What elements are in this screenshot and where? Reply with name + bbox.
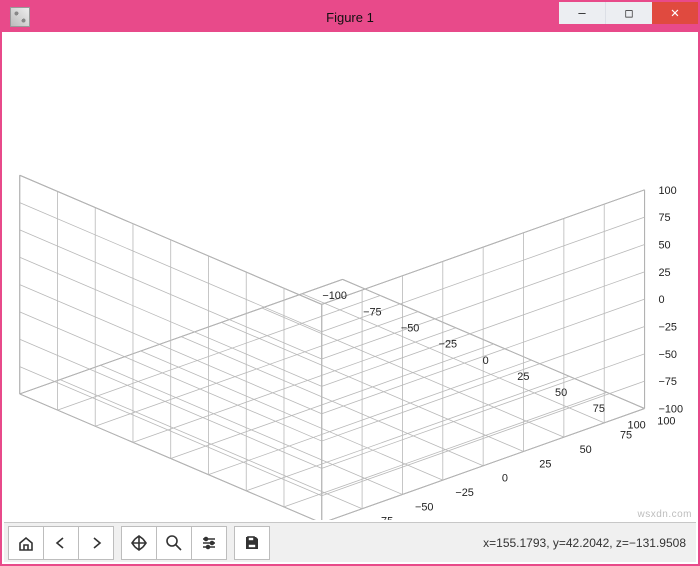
svg-text:−100: −100 bbox=[658, 403, 683, 415]
svg-text:75: 75 bbox=[593, 403, 605, 415]
svg-text:−75: −75 bbox=[375, 516, 394, 520]
svg-text:−25: −25 bbox=[439, 339, 458, 351]
svg-text:50: 50 bbox=[555, 387, 567, 399]
configure-button[interactable] bbox=[191, 526, 227, 560]
zoom-icon bbox=[165, 534, 183, 552]
svg-text:−25: −25 bbox=[455, 487, 474, 499]
cursor-coordinates: x=155.1793, y=42.2042, z=−131.9508 bbox=[483, 536, 692, 550]
svg-text:25: 25 bbox=[539, 458, 551, 470]
back-icon bbox=[52, 534, 70, 552]
svg-text:−75: −75 bbox=[658, 376, 677, 388]
maximize-button[interactable]: □ bbox=[605, 2, 652, 24]
svg-text:−100: −100 bbox=[322, 290, 347, 302]
forward-icon bbox=[87, 534, 105, 552]
svg-text:−50: −50 bbox=[658, 349, 677, 361]
back-button[interactable] bbox=[43, 526, 79, 560]
minimize-button[interactable]: — bbox=[559, 2, 605, 24]
figure-window: Figure 1 — □ ✕ −100−75−50−250255075100−1… bbox=[0, 0, 700, 566]
svg-text:−25: −25 bbox=[658, 321, 677, 333]
svg-text:0: 0 bbox=[483, 355, 489, 367]
svg-text:−50: −50 bbox=[401, 323, 420, 335]
svg-text:50: 50 bbox=[580, 444, 592, 456]
titlebar[interactable]: Figure 1 — □ ✕ bbox=[2, 2, 698, 32]
close-button[interactable]: ✕ bbox=[652, 2, 698, 24]
save-icon bbox=[243, 534, 261, 552]
axes-3d[interactable]: −100−75−50−250255075100−100−75−50−250255… bbox=[4, 34, 696, 520]
plot-canvas[interactable]: −100−75−50−250255075100−100−75−50−250255… bbox=[4, 34, 696, 520]
zoom-button[interactable] bbox=[156, 526, 192, 560]
move-icon bbox=[130, 534, 148, 552]
navigation-toolbar: x=155.1793, y=42.2042, z=−131.9508 bbox=[4, 522, 696, 562]
watermark: wsxdn.com bbox=[637, 509, 692, 520]
save-button[interactable] bbox=[234, 526, 270, 560]
svg-text:25: 25 bbox=[658, 267, 670, 279]
home-button[interactable] bbox=[8, 526, 44, 560]
home-icon bbox=[17, 534, 35, 552]
svg-text:100: 100 bbox=[657, 415, 675, 427]
svg-text:75: 75 bbox=[658, 212, 670, 224]
pan-button[interactable] bbox=[121, 526, 157, 560]
config-icon bbox=[200, 534, 218, 552]
svg-text:25: 25 bbox=[517, 371, 529, 383]
svg-text:75: 75 bbox=[620, 430, 632, 442]
svg-text:−75: −75 bbox=[363, 306, 382, 318]
svg-text:0: 0 bbox=[658, 294, 664, 306]
svg-text:100: 100 bbox=[658, 185, 676, 197]
svg-text:0: 0 bbox=[502, 473, 508, 485]
svg-text:50: 50 bbox=[658, 239, 670, 251]
forward-button[interactable] bbox=[78, 526, 114, 560]
svg-text:−50: −50 bbox=[415, 501, 434, 513]
window-controls: — □ ✕ bbox=[559, 2, 698, 24]
